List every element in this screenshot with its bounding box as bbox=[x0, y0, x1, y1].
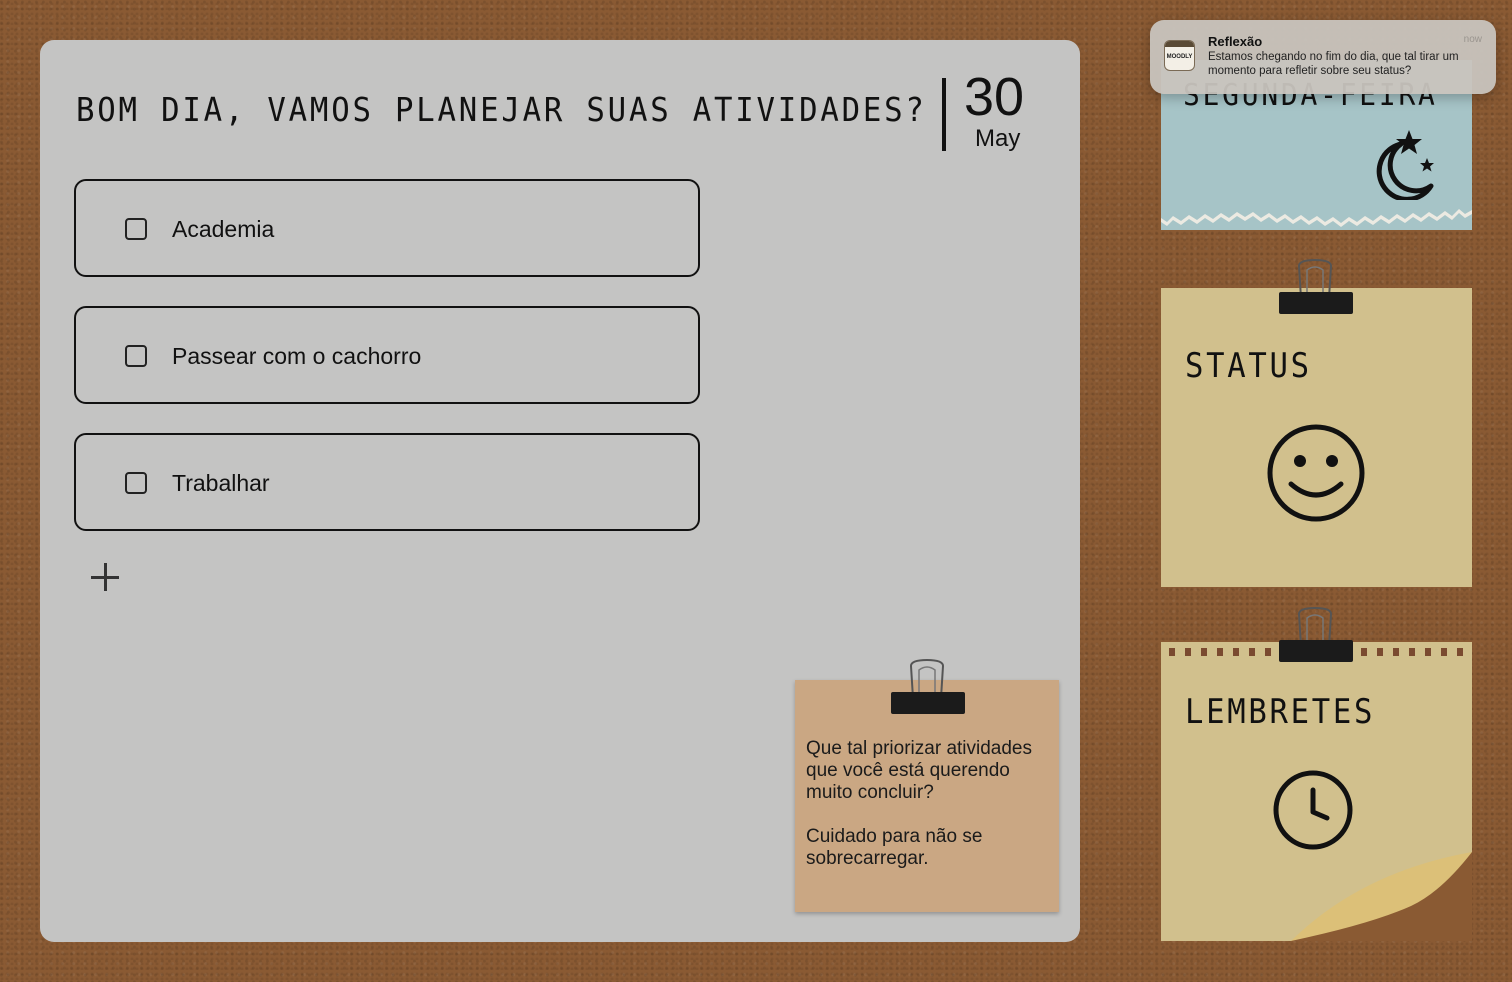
date-month: May bbox=[975, 125, 1021, 152]
task-item[interactable]: Trabalhar bbox=[74, 433, 700, 531]
notification-body: Estamos chegando no fim do dia, que tal … bbox=[1208, 51, 1459, 77]
task-label: Trabalhar bbox=[172, 470, 270, 496]
task-item[interactable]: Academia bbox=[74, 179, 700, 277]
date-day: 30 bbox=[964, 67, 1025, 127]
binder-clip-icon bbox=[1279, 606, 1353, 662]
calendar-app-icon: MOODLY bbox=[1164, 40, 1195, 71]
status-card-title: STATUS bbox=[1185, 346, 1312, 386]
task-label: Passear com o cachorro bbox=[172, 343, 422, 369]
tip-note-warning: Cuidado para não se sobrecarregar. bbox=[806, 826, 983, 869]
binder-clip-icon bbox=[891, 658, 965, 714]
reminders-card-title: LEMBRETES bbox=[1185, 692, 1376, 732]
notification-banner[interactable]: MOODLY Reflexão now Estamos chegando no … bbox=[1150, 20, 1496, 94]
task-checkbox[interactable] bbox=[125, 345, 147, 367]
clock-icon bbox=[1273, 770, 1353, 850]
tip-note-text: Que tal priorizar atividades que você es… bbox=[806, 738, 1032, 803]
notification-title: Reflexão bbox=[1208, 34, 1263, 49]
smiley-icon bbox=[1267, 424, 1365, 522]
page-curl bbox=[1291, 852, 1472, 941]
tip-note: Que tal priorizar atividades que você es… bbox=[795, 680, 1059, 912]
task-label: Academia bbox=[172, 216, 275, 242]
add-task-button[interactable] bbox=[88, 560, 122, 594]
planner-panel: BOM DIA, VAMOS PLANEJAR SUAS ATIVIDADES?… bbox=[40, 40, 1080, 942]
date-divider bbox=[942, 78, 946, 151]
task-checkbox[interactable] bbox=[125, 218, 147, 240]
status-card[interactable]: STATUS bbox=[1161, 288, 1472, 587]
greeting-title: BOM DIA, VAMOS PLANEJAR SUAS ATIVIDADES? bbox=[76, 90, 927, 129]
reminders-card[interactable]: LEMBRETES bbox=[1161, 642, 1472, 941]
notification-time: now bbox=[1463, 34, 1482, 45]
task-checkbox[interactable] bbox=[125, 472, 147, 494]
app-icon-label: MOODLY bbox=[1166, 54, 1193, 60]
binder-clip-icon bbox=[1279, 258, 1353, 314]
task-item[interactable]: Passear com o cachorro bbox=[74, 306, 700, 404]
moon-stars-icon bbox=[1376, 130, 1434, 202]
torn-edge bbox=[1161, 200, 1472, 227]
